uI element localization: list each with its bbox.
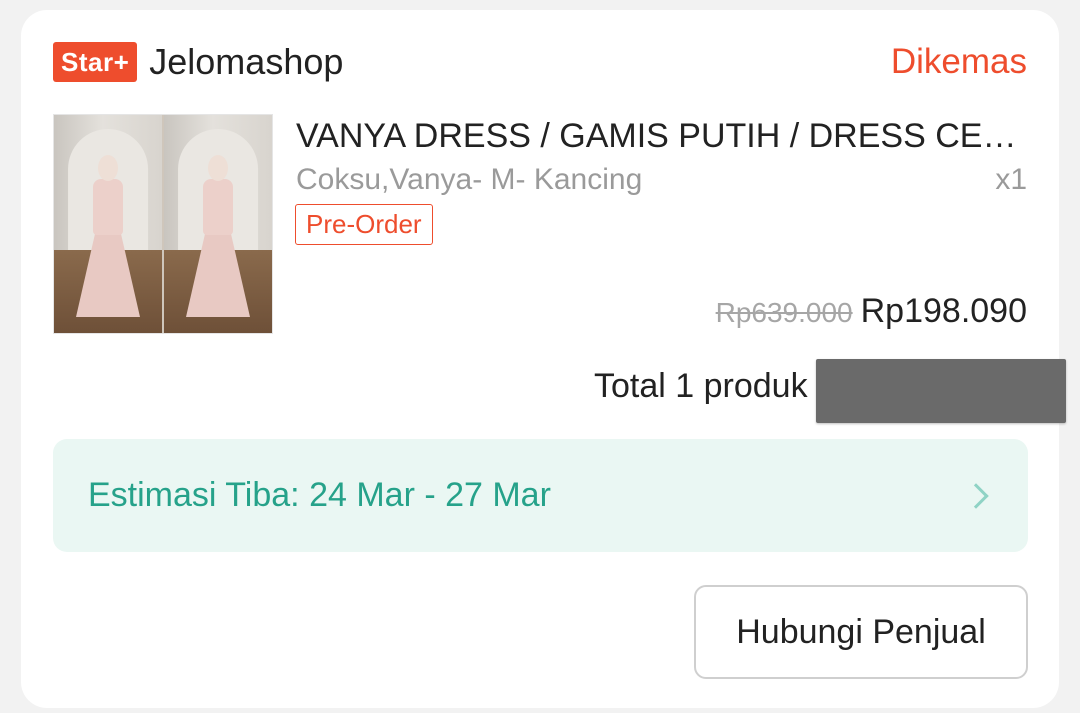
order-card[interactable]: Star+ Jelomashop Dikemas VANYA DRESS / G…	[21, 10, 1066, 708]
delivery-estimate-bar[interactable]: Estimasi Tiba: 24 Mar - 27 Mar	[53, 439, 1028, 552]
shop-name[interactable]: Jelomashop	[149, 41, 343, 83]
product-variant: Coksu,Vanya- M- Kancing	[296, 163, 643, 196]
contact-seller-button[interactable]: Hubungi Penjual	[694, 585, 1028, 679]
product-title[interactable]: VANYA DRESS / GAMIS PUTIH / DRESS CE…	[296, 115, 1031, 157]
original-price: Rp639.000	[715, 297, 853, 328]
price-row: Rp639.000 Rp198.090	[716, 292, 1027, 331]
final-price: Rp198.090	[860, 292, 1027, 330]
shop-header: Star+ Jelomashop Dikemas	[53, 41, 1027, 83]
redaction-block	[816, 359, 1066, 423]
order-status: Dikemas	[890, 42, 1027, 81]
product-quantity: x1	[995, 163, 1027, 196]
product-photo-left	[54, 115, 162, 333]
chevron-right-icon	[963, 481, 993, 511]
product-image[interactable]	[53, 114, 273, 334]
preorder-tag: Pre-Order	[295, 204, 433, 245]
product-photo-right	[162, 115, 272, 333]
total-products-label: Total 1 produk	[594, 367, 808, 405]
star-plus-badge: Star+	[53, 42, 138, 82]
delivery-estimate-text: Estimasi Tiba: 24 Mar - 27 Mar	[88, 476, 551, 514]
